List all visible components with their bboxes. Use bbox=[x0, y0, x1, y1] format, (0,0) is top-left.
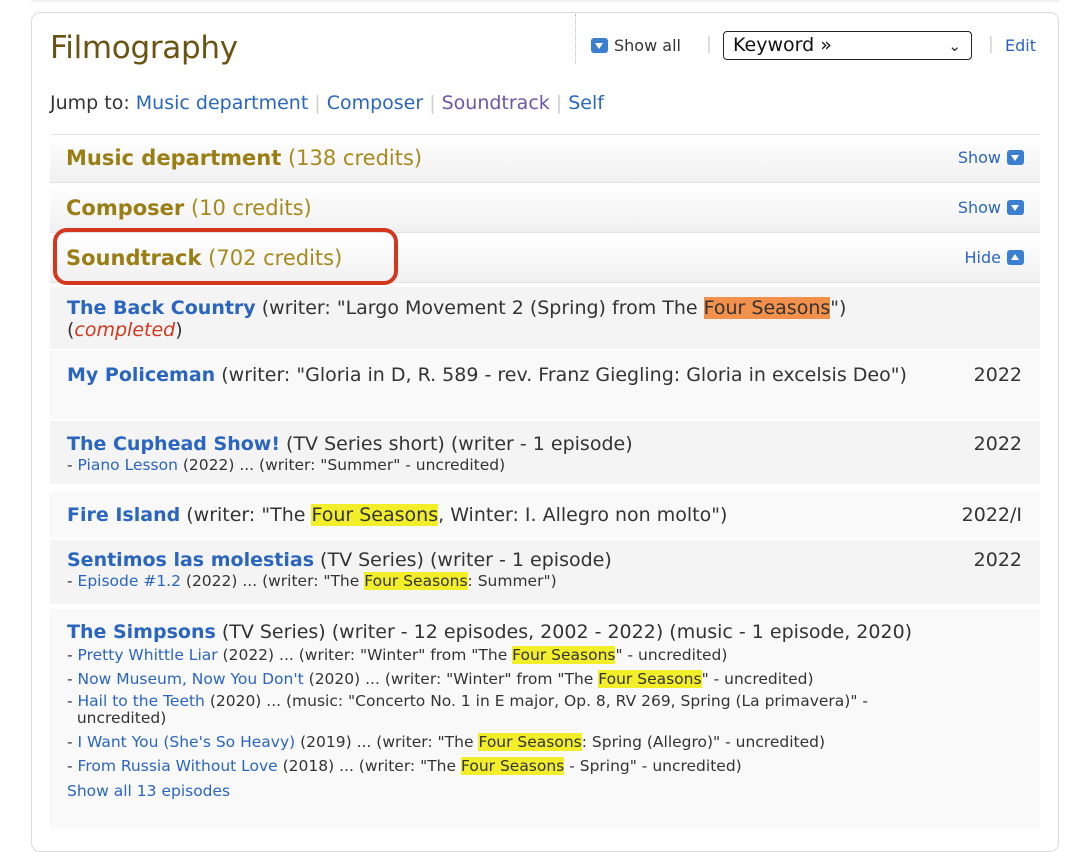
keyword-select-value: Keyword » bbox=[733, 34, 832, 56]
jump-link-music-department[interactable]: Music department bbox=[136, 92, 309, 114]
hide-toggle[interactable]: Hide bbox=[965, 248, 1024, 267]
credit-row: The Simpsons (TV Series) (writer - 12 ep… bbox=[50, 609, 1040, 829]
episode-link[interactable]: I Want You (She's So Heavy) bbox=[78, 733, 296, 751]
search-highlight: Four Seasons bbox=[478, 733, 582, 751]
search-highlight: Four Seasons bbox=[598, 670, 702, 688]
chevron-down-icon bbox=[591, 38, 608, 53]
show-all-label: Show all bbox=[614, 36, 681, 55]
chevron-down-icon: ⌄ bbox=[948, 37, 961, 55]
keyword-select[interactable]: Keyword » ⌄ bbox=[723, 31, 972, 60]
section-name: Composer bbox=[66, 196, 185, 220]
show-toggle[interactable]: Show bbox=[958, 148, 1024, 167]
jump-link-soundtrack[interactable]: Soundtrack bbox=[442, 92, 550, 114]
credit-row: The Cuphead Show! (TV Series short) (wri… bbox=[50, 421, 1040, 484]
credit-row: The Back Country (writer: "Largo Movemen… bbox=[50, 287, 1040, 349]
episode-link[interactable]: Hail to the Teeth bbox=[78, 692, 205, 710]
episode-line: - Hail to the Teeth (2020) ... (music: "… bbox=[67, 692, 868, 727]
chevron-down-icon bbox=[1007, 200, 1024, 215]
status-completed: completed bbox=[74, 319, 176, 341]
episode-link[interactable]: Now Museum, Now You Don't bbox=[78, 670, 304, 688]
credit-row: My Policeman (writer: "Gloria in D, R. 5… bbox=[50, 351, 1040, 419]
section-credits: (10 credits) bbox=[190, 196, 312, 220]
credit-title-link[interactable]: My Policeman bbox=[67, 364, 215, 386]
credit-title-link[interactable]: The Back Country bbox=[67, 297, 256, 319]
credit-year: 2022 bbox=[973, 433, 1022, 455]
episode-line: - Pretty Whittle Liar (2022) ... (writer… bbox=[67, 646, 728, 664]
credit-title-link[interactable]: Sentimos las molestias bbox=[67, 549, 314, 571]
section-name: Music department bbox=[66, 146, 282, 170]
chevron-up-icon bbox=[1007, 250, 1024, 265]
dotted-divider bbox=[575, 14, 576, 64]
search-highlight: Four Seasons bbox=[512, 646, 616, 664]
section-composer[interactable]: Composer (10 credits) Show bbox=[50, 186, 1040, 233]
show-toggle[interactable]: Show bbox=[958, 198, 1024, 217]
separator: | bbox=[988, 34, 994, 54]
credit-year: 2022/I bbox=[961, 504, 1022, 526]
episode-link[interactable]: Episode #1.2 bbox=[78, 572, 181, 590]
search-highlight: Four Seasons bbox=[311, 504, 439, 526]
credit-year: 2022 bbox=[973, 549, 1022, 571]
show-all-episodes-link[interactable]: Show all 13 episodes bbox=[67, 780, 1040, 802]
chevron-down-icon bbox=[1007, 150, 1024, 165]
episode-line: - Episode #1.2 (2022) ... (writer: "The … bbox=[67, 572, 557, 590]
jump-to-bar: Jump to: Music department | Composer | Sound… bbox=[50, 92, 604, 114]
episode-link[interactable]: Piano Lesson bbox=[78, 456, 178, 474]
episode-line: - I Want You (She's So Heavy) (2019) ...… bbox=[67, 733, 826, 751]
credit-row: Sentimos las molestias (TV Series) (writ… bbox=[50, 540, 1040, 604]
page-title: Filmography bbox=[50, 30, 238, 66]
search-highlight: Four Seasons bbox=[703, 297, 831, 319]
divider bbox=[50, 134, 1040, 135]
episode-line: - Piano Lesson (2022) ... (writer: "Summ… bbox=[67, 456, 506, 474]
episode-link[interactable]: From Russia Without Love bbox=[78, 757, 278, 775]
top-divider bbox=[31, 0, 1059, 2]
episode-line: - From Russia Without Love (2018) ... (w… bbox=[67, 757, 742, 775]
credit-row: Fire Island (writer: "The Four Seasons, … bbox=[50, 492, 1040, 538]
section-credits: (138 credits) bbox=[287, 146, 423, 170]
search-highlight: Four Seasons bbox=[460, 757, 565, 775]
separator: | bbox=[706, 34, 712, 54]
search-highlight: Four Seasons bbox=[364, 572, 468, 590]
annotation-highlight-box bbox=[53, 228, 398, 285]
episode-line: - Now Museum, Now You Don't (2020) ... (… bbox=[67, 670, 814, 688]
jump-link-self[interactable]: Self bbox=[568, 92, 604, 114]
credit-title-link[interactable]: The Cuphead Show! bbox=[67, 433, 280, 455]
credit-year: 2022 bbox=[973, 364, 1022, 386]
show-all-button[interactable]: Show all bbox=[591, 36, 681, 55]
credit-title-link[interactable]: The Simpsons bbox=[67, 621, 216, 643]
jump-link-composer[interactable]: Composer bbox=[327, 92, 423, 114]
edit-link[interactable]: Edit bbox=[1005, 36, 1036, 55]
episode-link[interactable]: Pretty Whittle Liar bbox=[78, 646, 218, 664]
section-music-department[interactable]: Music department (138 credits) Show bbox=[50, 136, 1040, 183]
jump-to-label: Jump to: bbox=[50, 92, 130, 114]
credit-title-link[interactable]: Fire Island bbox=[67, 504, 180, 526]
